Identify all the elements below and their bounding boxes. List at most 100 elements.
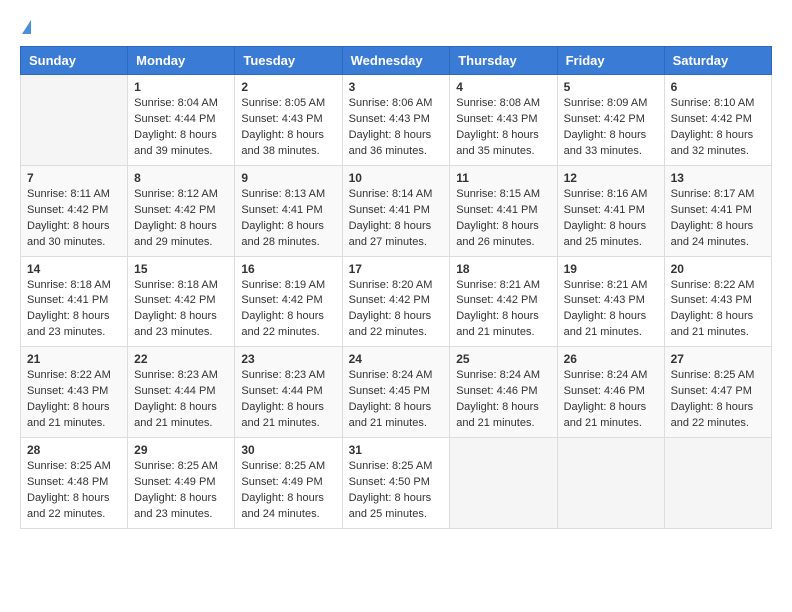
calendar-week-row: 14 Sunrise: 8:18 AMSunset: 4:41 PMDayligh… <box>21 256 772 347</box>
day-number: 27 <box>671 352 765 366</box>
calendar-cell <box>450 438 557 529</box>
calendar-cell: 15 Sunrise: 8:18 AMSunset: 4:42 PMDayligh… <box>128 256 235 347</box>
calendar-cell: 21 Sunrise: 8:22 AMSunset: 4:43 PMDayligh… <box>21 347 128 438</box>
calendar-cell: 17 Sunrise: 8:20 AMSunset: 4:42 PMDayligh… <box>342 256 450 347</box>
calendar-cell: 30 Sunrise: 8:25 AMSunset: 4:49 PMDayligh… <box>235 438 342 529</box>
day-header-thursday: Thursday <box>450 47 557 75</box>
calendar-week-row: 1Sunrise: 8:04 AMSunset: 4:44 PMDaylight… <box>21 75 772 166</box>
day-number: 4 <box>456 80 550 94</box>
calendar-cell <box>557 438 664 529</box>
day-info: Sunrise: 8:06 AMSunset: 4:43 PMDaylight:… <box>349 96 444 160</box>
day-info: Sunrise: 8:08 AMSunset: 4:43 PMDaylight:… <box>456 96 550 160</box>
day-info: Sunrise: 8:14 AMSunset: 4:41 PMDaylight:… <box>349 187 444 251</box>
day-number: 23 <box>241 352 335 366</box>
day-number: 28 <box>27 443 121 457</box>
day-number: 2 <box>241 80 335 94</box>
day-info: Sunrise: 8:05 AMSunset: 4:43 PMDaylight:… <box>241 96 335 160</box>
day-number: 22 <box>134 352 228 366</box>
day-info: Sunrise: 8:25 AMSunset: 4:48 PMDaylight:… <box>27 459 121 523</box>
calendar-cell: 27 Sunrise: 8:25 AMSunset: 4:47 PMDayligh… <box>664 347 771 438</box>
day-info: Sunrise: 8:23 AMSunset: 4:44 PMDaylight:… <box>241 368 335 432</box>
day-number: 12 <box>564 171 658 185</box>
calendar-cell: 24 Sunrise: 8:24 AMSunset: 4:45 PMDayligh… <box>342 347 450 438</box>
day-info: Sunrise: 8:12 AMSunset: 4:42 PMDaylight:… <box>134 187 228 251</box>
day-info: Sunrise: 8:11 AMSunset: 4:42 PMDaylight:… <box>27 187 121 251</box>
calendar-cell: 11 Sunrise: 8:15 AMSunset: 4:41 PMDayligh… <box>450 165 557 256</box>
calendar-cell: 26 Sunrise: 8:24 AMSunset: 4:46 PMDayligh… <box>557 347 664 438</box>
calendar-cell: 14 Sunrise: 8:18 AMSunset: 4:41 PMDayligh… <box>21 256 128 347</box>
day-info: Sunrise: 8:25 AMSunset: 4:47 PMDaylight:… <box>671 368 765 432</box>
day-header-friday: Friday <box>557 47 664 75</box>
day-number: 10 <box>349 171 444 185</box>
day-info: Sunrise: 8:04 AMSunset: 4:44 PMDaylight:… <box>134 96 228 160</box>
day-number: 8 <box>134 171 228 185</box>
calendar-header-row: SundayMondayTuesdayWednesdayThursdayFrid… <box>21 47 772 75</box>
calendar-week-row: 28 Sunrise: 8:25 AMSunset: 4:48 PMDayligh… <box>21 438 772 529</box>
calendar-cell: 12Sunrise: 8:16 AMSunset: 4:41 PMDayligh… <box>557 165 664 256</box>
calendar-cell: 18 Sunrise: 8:21 AMSunset: 4:42 PMDayligh… <box>450 256 557 347</box>
calendar-cell: 13 Sunrise: 8:17 AMSunset: 4:41 PMDayligh… <box>664 165 771 256</box>
calendar-cell: 20 Sunrise: 8:22 AMSunset: 4:43 PMDayligh… <box>664 256 771 347</box>
day-info: Sunrise: 8:20 AMSunset: 4:42 PMDaylight:… <box>349 278 444 342</box>
day-number: 5 <box>564 80 658 94</box>
day-number: 6 <box>671 80 765 94</box>
day-info: Sunrise: 8:09 AMSunset: 4:42 PMDaylight:… <box>564 96 658 160</box>
day-number: 21 <box>27 352 121 366</box>
day-number: 16 <box>241 262 335 276</box>
day-info: Sunrise: 8:23 AMSunset: 4:44 PMDaylight:… <box>134 368 228 432</box>
day-number: 29 <box>134 443 228 457</box>
calendar-cell <box>21 75 128 166</box>
day-info: Sunrise: 8:18 AMSunset: 4:41 PMDaylight:… <box>27 278 121 342</box>
day-info: Sunrise: 8:24 AMSunset: 4:45 PMDaylight:… <box>349 368 444 432</box>
day-number: 9 <box>241 171 335 185</box>
day-number: 24 <box>349 352 444 366</box>
calendar-cell: 22 Sunrise: 8:23 AMSunset: 4:44 PMDayligh… <box>128 347 235 438</box>
calendar-cell: 29Sunrise: 8:25 AMSunset: 4:49 PMDayligh… <box>128 438 235 529</box>
calendar-cell <box>664 438 771 529</box>
calendar-cell: 5 Sunrise: 8:09 AMSunset: 4:42 PMDaylight… <box>557 75 664 166</box>
day-number: 13 <box>671 171 765 185</box>
calendar-cell: 1Sunrise: 8:04 AMSunset: 4:44 PMDaylight… <box>128 75 235 166</box>
calendar-week-row: 7 Sunrise: 8:11 AMSunset: 4:42 PMDaylight… <box>21 165 772 256</box>
calendar-cell: 23 Sunrise: 8:23 AMSunset: 4:44 PMDayligh… <box>235 347 342 438</box>
day-header-sunday: Sunday <box>21 47 128 75</box>
calendar-cell: 25 Sunrise: 8:24 AMSunset: 4:46 PMDayligh… <box>450 347 557 438</box>
day-number: 3 <box>349 80 444 94</box>
day-info: Sunrise: 8:22 AMSunset: 4:43 PMDaylight:… <box>27 368 121 432</box>
calendar-week-row: 21 Sunrise: 8:22 AMSunset: 4:43 PMDayligh… <box>21 347 772 438</box>
calendar-cell: 9Sunrise: 8:13 AMSunset: 4:41 PMDaylight… <box>235 165 342 256</box>
calendar-cell: 31Sunrise: 8:25 AMSunset: 4:50 PMDayligh… <box>342 438 450 529</box>
day-header-monday: Monday <box>128 47 235 75</box>
day-info: Sunrise: 8:22 AMSunset: 4:43 PMDaylight:… <box>671 278 765 342</box>
day-info: Sunrise: 8:15 AMSunset: 4:41 PMDaylight:… <box>456 187 550 251</box>
calendar-cell: 3 Sunrise: 8:06 AMSunset: 4:43 PMDaylight… <box>342 75 450 166</box>
calendar-cell: 16 Sunrise: 8:19 AMSunset: 4:42 PMDayligh… <box>235 256 342 347</box>
day-info: Sunrise: 8:19 AMSunset: 4:42 PMDaylight:… <box>241 278 335 342</box>
day-info: Sunrise: 8:21 AMSunset: 4:42 PMDaylight:… <box>456 278 550 342</box>
day-number: 25 <box>456 352 550 366</box>
day-number: 19 <box>564 262 658 276</box>
day-info: Sunrise: 8:17 AMSunset: 4:41 PMDaylight:… <box>671 187 765 251</box>
day-number: 20 <box>671 262 765 276</box>
calendar-table: SundayMondayTuesdayWednesdayThursdayFrid… <box>20 46 772 529</box>
day-number: 11 <box>456 171 550 185</box>
day-number: 17 <box>349 262 444 276</box>
calendar-cell: 28 Sunrise: 8:25 AMSunset: 4:48 PMDayligh… <box>21 438 128 529</box>
day-info: Sunrise: 8:24 AMSunset: 4:46 PMDaylight:… <box>456 368 550 432</box>
day-info: Sunrise: 8:21 AMSunset: 4:43 PMDaylight:… <box>564 278 658 342</box>
day-number: 26 <box>564 352 658 366</box>
day-info: Sunrise: 8:25 AMSunset: 4:50 PMDaylight:… <box>349 459 444 523</box>
day-info: Sunrise: 8:10 AMSunset: 4:42 PMDaylight:… <box>671 96 765 160</box>
day-number: 30 <box>241 443 335 457</box>
day-number: 14 <box>27 262 121 276</box>
calendar-cell: 8 Sunrise: 8:12 AMSunset: 4:42 PMDaylight… <box>128 165 235 256</box>
day-info: Sunrise: 8:18 AMSunset: 4:42 PMDaylight:… <box>134 278 228 342</box>
day-info: Sunrise: 8:25 AMSunset: 4:49 PMDaylight:… <box>241 459 335 523</box>
day-number: 18 <box>456 262 550 276</box>
day-number: 15 <box>134 262 228 276</box>
day-number: 7 <box>27 171 121 185</box>
day-info: Sunrise: 8:24 AMSunset: 4:46 PMDaylight:… <box>564 368 658 432</box>
calendar-cell: 6 Sunrise: 8:10 AMSunset: 4:42 PMDaylight… <box>664 75 771 166</box>
day-header-wednesday: Wednesday <box>342 47 450 75</box>
calendar-cell: 2 Sunrise: 8:05 AMSunset: 4:43 PMDaylight… <box>235 75 342 166</box>
